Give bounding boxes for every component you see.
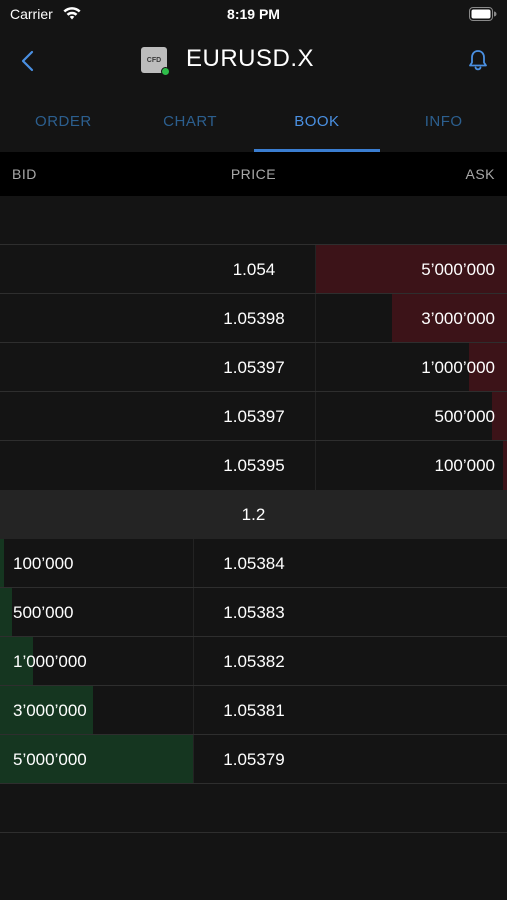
spread-row: 1.2 xyxy=(0,490,507,539)
bid-size: 500’000 xyxy=(13,603,74,622)
bid-price: 1.05383 xyxy=(223,603,285,622)
bid-size: 100’000 xyxy=(13,554,74,573)
chevron-left-icon xyxy=(21,50,34,72)
ask-price: 1.054 xyxy=(232,260,276,279)
ask-row[interactable]: 1.05395 100’000 xyxy=(0,441,507,490)
bid-size: 3’000’000 xyxy=(13,701,87,720)
ask-price: 1.05397 xyxy=(223,407,285,426)
ask-price: 1.05395 xyxy=(223,456,285,475)
clock: 8:19 PM xyxy=(227,6,280,22)
tab-bar: ORDER CHART BOOK INFO xyxy=(0,92,507,152)
order-book: 1.054 5’000’000 1.05398 3’000’000 1.0539… xyxy=(0,196,507,833)
tab-chart[interactable]: CHART xyxy=(127,92,254,152)
ask-size: 100’000 xyxy=(434,456,495,475)
tab-order[interactable]: ORDER xyxy=(0,92,127,152)
ask-price: 1.05398 xyxy=(223,309,285,328)
bell-icon xyxy=(469,50,487,71)
ask-size: 1’000’000 xyxy=(421,358,495,377)
book-empty-row xyxy=(0,784,507,833)
bid-price: 1.05381 xyxy=(223,701,285,720)
price-column-label: PRICE xyxy=(230,166,277,182)
back-button[interactable] xyxy=(14,48,44,74)
bid-size: 1’000’000 xyxy=(13,652,87,671)
battery-icon xyxy=(469,7,497,26)
bid-row[interactable]: 500’000 1.05383 xyxy=(0,588,507,637)
book-empty-row xyxy=(0,196,507,245)
ask-row[interactable]: 1.05398 3’000’000 xyxy=(0,294,507,343)
book-column-header: BID PRICE ASK xyxy=(0,152,507,196)
ask-row[interactable]: 1.05397 1’000’000 xyxy=(0,343,507,392)
spread-value: 1.2 xyxy=(241,505,266,524)
bid-row[interactable]: 3’000’000 1.05381 xyxy=(0,686,507,735)
ask-price: 1.05397 xyxy=(223,358,285,377)
market-status-dot xyxy=(161,67,170,76)
bid-depth-bar xyxy=(0,539,4,587)
status-bar: Carrier 8:19 PM xyxy=(0,0,507,30)
instrument-title: EURUSD.X xyxy=(186,45,315,72)
ask-depth-bar xyxy=(503,441,507,490)
bid-price: 1.05382 xyxy=(223,652,285,671)
nav-bar: CFD EURUSD.X xyxy=(0,30,507,92)
tab-book[interactable]: BOOK xyxy=(253,92,381,152)
bid-price: 1.05384 xyxy=(223,554,285,573)
alerts-button[interactable] xyxy=(465,47,491,73)
bid-row[interactable]: 5’000’000 1.05379 xyxy=(0,735,507,784)
bid-price: 1.05379 xyxy=(223,750,285,769)
bid-row[interactable]: 100’000 1.05384 xyxy=(0,539,507,588)
bid-row[interactable]: 1’000’000 1.05382 xyxy=(0,637,507,686)
bid-size: 5’000’000 xyxy=(13,750,87,769)
ask-row[interactable]: 1.054 5’000’000 xyxy=(0,245,507,294)
ask-column-label: ASK xyxy=(465,166,495,182)
bid-depth-bar xyxy=(0,588,12,636)
tab-info[interactable]: INFO xyxy=(380,92,507,152)
ask-row[interactable]: 1.05397 500’000 xyxy=(0,392,507,441)
ask-size: 5’000’000 xyxy=(421,260,495,279)
ask-size: 3’000’000 xyxy=(421,309,495,328)
ask-size: 500’000 xyxy=(434,407,495,426)
